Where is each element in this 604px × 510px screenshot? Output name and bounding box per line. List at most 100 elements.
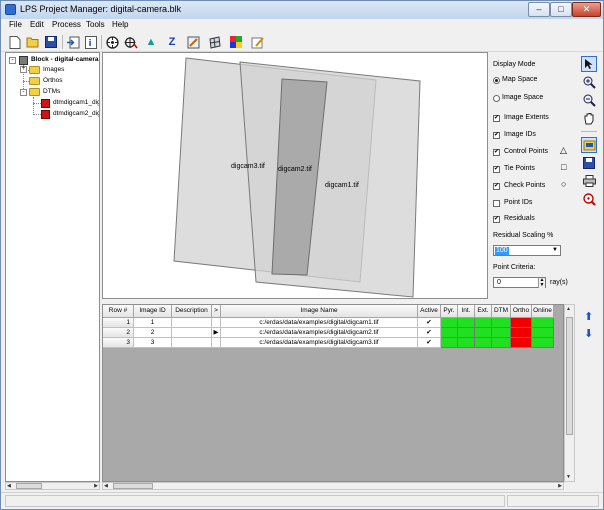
exterior-status-cell[interactable] xyxy=(475,318,492,328)
ortho-status-cell[interactable] xyxy=(511,318,532,328)
edit-icon[interactable] xyxy=(185,34,201,50)
open-icon[interactable] xyxy=(25,34,41,50)
scroll-thumb[interactable] xyxy=(16,483,42,489)
menu-file[interactable]: File xyxy=(9,20,22,29)
online-status-cell[interactable] xyxy=(532,318,554,328)
menu-edit[interactable]: Edit xyxy=(30,20,44,29)
spin-down-icon[interactable]: ▼ xyxy=(538,283,545,288)
online-status-cell[interactable] xyxy=(532,338,554,348)
ortho-status-cell[interactable] xyxy=(511,328,532,338)
control-points-checkbox[interactable]: ✔ xyxy=(493,149,500,156)
ortho-icon[interactable] xyxy=(206,34,222,50)
pyramid-status-cell[interactable] xyxy=(441,338,458,348)
tie-points-checkbox[interactable]: ✔ xyxy=(493,166,500,173)
interior-status-cell[interactable] xyxy=(458,318,475,328)
col-active[interactable]: Active xyxy=(418,305,441,318)
tree-expand-toggle[interactable]: + xyxy=(20,66,27,73)
maximize-button[interactable]: □ xyxy=(550,2,572,17)
info-icon[interactable]: i xyxy=(83,34,99,50)
tree-item-dtm2[interactable]: dtmdigcam2_dig xyxy=(53,110,99,117)
move-up-icon[interactable]: ⬆ xyxy=(584,312,593,323)
pen-icon[interactable] xyxy=(249,34,265,50)
minimize-button[interactable]: – xyxy=(528,2,550,17)
ortho-status-cell[interactable] xyxy=(511,338,532,348)
residual-scaling-dropdown[interactable]: 100 ▼ xyxy=(493,245,561,256)
point-criteria-spinbox[interactable]: 0 ▲ ▼ xyxy=(493,277,546,288)
scroll-up-icon[interactable]: ▲ xyxy=(566,306,571,312)
image-name-cell[interactable]: c:/erdas/data/examples/digital/digcam3.t… xyxy=(221,338,418,348)
scroll-down-icon[interactable]: ▼ xyxy=(566,474,571,480)
dtm-status-cell[interactable] xyxy=(492,338,511,348)
interior-status-cell[interactable] xyxy=(458,328,475,338)
menu-process[interactable]: Process xyxy=(52,20,81,29)
image-id-cell[interactable]: 3 xyxy=(134,338,172,348)
zoom-out-icon[interactable] xyxy=(581,92,597,108)
tree-item-images[interactable]: Images xyxy=(43,66,64,73)
scroll-thumb[interactable] xyxy=(113,483,153,489)
col-interior[interactable]: Int. xyxy=(458,305,475,318)
col-online[interactable]: Online xyxy=(532,305,554,318)
active-cell[interactable]: ✔ xyxy=(418,328,441,338)
image-name-cell[interactable]: c:/erdas/data/examples/digital/digcam1.t… xyxy=(221,318,418,328)
save-icon[interactable] xyxy=(43,34,59,50)
active-cell[interactable]: ✔ xyxy=(418,338,441,348)
image-space-radio[interactable] xyxy=(493,95,500,102)
description-cell[interactable] xyxy=(172,328,212,338)
move-down-icon[interactable]: ⬇ xyxy=(584,329,593,340)
tree-horizontal-scrollbar[interactable]: ◀ ▶ xyxy=(5,482,100,490)
col-description[interactable]: Description xyxy=(172,305,212,318)
edit-block-icon[interactable] xyxy=(581,137,597,153)
col-ortho[interactable]: Ortho xyxy=(511,305,532,318)
residuals-checkbox[interactable]: ✔ xyxy=(493,216,500,223)
point-measure-icon[interactable] xyxy=(123,34,139,50)
select-icon[interactable] xyxy=(581,56,597,72)
import-icon[interactable] xyxy=(65,34,81,50)
tree-collapse-toggle[interactable]: - xyxy=(9,57,16,64)
row-number-cell[interactable]: 2 xyxy=(103,328,134,338)
exterior-status-cell[interactable] xyxy=(475,338,492,348)
col-row-number[interactable]: Row # xyxy=(103,305,134,318)
scroll-thumb[interactable] xyxy=(566,317,573,435)
table-horizontal-scrollbar[interactable]: ◀ ▶ xyxy=(102,482,564,490)
tree-item-dtm1[interactable]: dtmdigcam1_dig xyxy=(53,99,99,106)
row-number-cell[interactable]: 3 xyxy=(103,338,134,348)
map-space-radio[interactable] xyxy=(493,77,500,84)
tree-item-dtms[interactable]: DTMs xyxy=(43,88,60,95)
col-marker[interactable]: > xyxy=(212,305,221,318)
measure-icon[interactable] xyxy=(581,191,597,207)
footprint-digcam1[interactable] xyxy=(239,61,421,298)
col-exterior[interactable]: Ext. xyxy=(475,305,492,318)
triangulate-icon[interactable]: ▲ xyxy=(143,34,159,50)
col-dtm[interactable]: DTM xyxy=(492,305,511,318)
point-ids-checkbox[interactable] xyxy=(493,200,500,207)
dtm-status-cell[interactable] xyxy=(492,328,511,338)
dtm-status-cell[interactable] xyxy=(492,318,511,328)
scroll-right-icon[interactable]: ▶ xyxy=(94,483,98,489)
description-cell[interactable] xyxy=(172,338,212,348)
online-status-cell[interactable] xyxy=(532,328,554,338)
tree-collapse-toggle[interactable]: - xyxy=(20,89,27,96)
col-image-name[interactable]: Image Name xyxy=(221,305,418,318)
col-image-id[interactable]: Image ID xyxy=(134,305,172,318)
image-id-cell[interactable]: 2 xyxy=(134,328,172,338)
zoom-in-icon[interactable] xyxy=(581,74,597,90)
pyramid-status-cell[interactable] xyxy=(441,328,458,338)
scroll-left-icon[interactable]: ◀ xyxy=(104,483,108,489)
save-view-icon[interactable] xyxy=(581,155,597,171)
menu-help[interactable]: Help xyxy=(112,20,128,29)
mosaic-icon[interactable] xyxy=(228,34,244,50)
print-icon[interactable] xyxy=(581,173,597,189)
description-cell[interactable] xyxy=(172,318,212,328)
table-vertical-scrollbar[interactable]: ▲ ▼ xyxy=(564,304,575,482)
check-points-checkbox[interactable]: ✔ xyxy=(493,183,500,190)
block-canvas[interactable]: digcam3.tif digcam2.tif digcam1.tif xyxy=(102,52,488,299)
exterior-status-cell[interactable] xyxy=(475,328,492,338)
active-cell[interactable]: ✔ xyxy=(418,318,441,328)
image-id-cell[interactable]: 1 xyxy=(134,318,172,328)
tree-item-orthos[interactable]: Orthos xyxy=(43,77,63,84)
new-icon[interactable] xyxy=(7,34,23,50)
interior-status-cell[interactable] xyxy=(458,338,475,348)
pan-icon[interactable] xyxy=(581,110,597,126)
scroll-right-icon[interactable]: ▶ xyxy=(558,483,562,489)
tree-root-block[interactable]: Block - digital-camera xyxy=(31,56,99,63)
